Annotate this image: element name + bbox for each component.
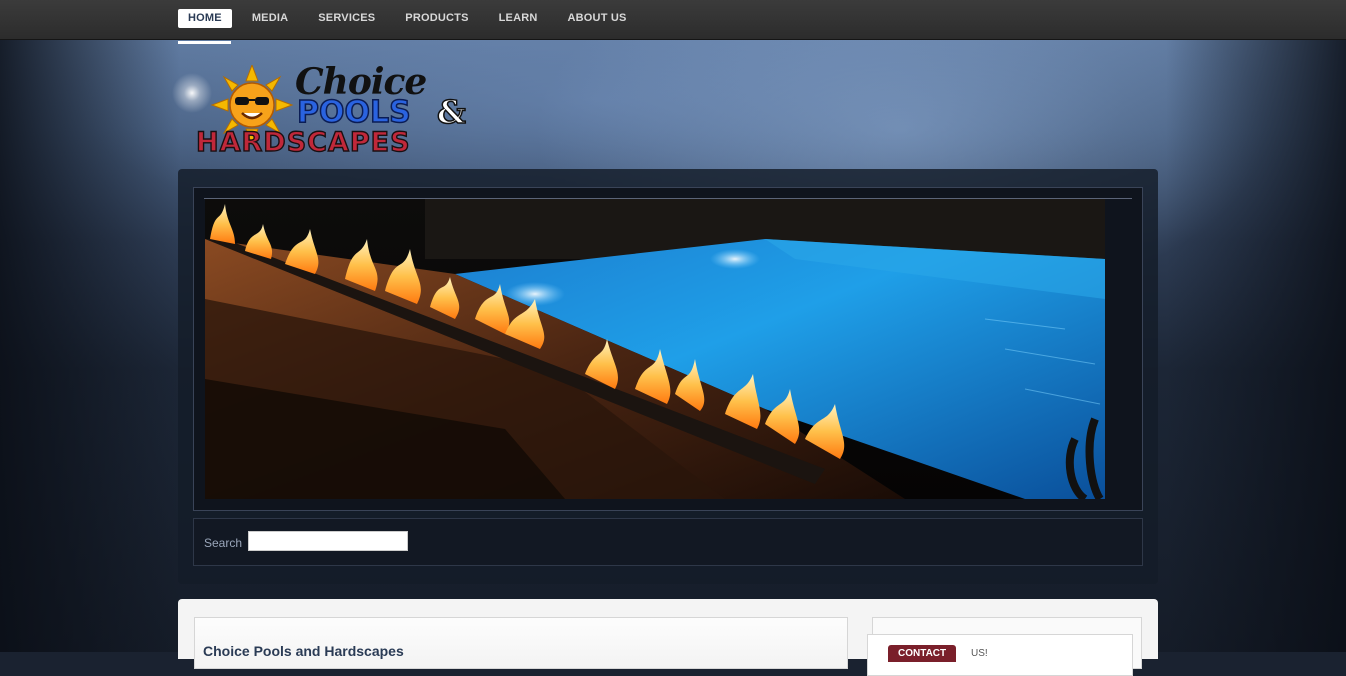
nav-media[interactable]: MEDIA [242,9,298,28]
sidebar: CONTACT US! [867,617,1142,676]
search-widget: Search [193,518,1143,566]
nav-about-us[interactable]: ABOUT US [558,9,637,28]
logo-text-hardscapes: HARDSCAPES [195,126,411,158]
top-nav-bar: HOME MEDIA SERVICES PRODUCTS LEARN ABOUT… [0,0,1346,40]
site-logo[interactable]: Choice POOLS & HARDSCAPES [150,55,490,165]
sidebar-widget: CONTACT US! [867,634,1133,676]
logo-text-pools: POOLS [296,94,411,131]
sparkle-icon [172,73,212,113]
active-nav-indicator [178,41,231,44]
nav-learn[interactable]: LEARN [489,9,548,28]
tab-contact[interactable]: CONTACT [888,645,957,662]
slideshow-panel: Search [178,169,1158,584]
search-label: Search [204,536,243,550]
main-menu: HOME MEDIA SERVICES PRODUCTS LEARN ABOUT… [178,9,647,28]
slide-image-pool-fire[interactable] [205,199,1105,499]
logo-text-amp: & [436,92,466,132]
tab-us-label[interactable]: US! [971,648,988,659]
main-article: Choice Pools and Hardscapes [194,617,848,669]
slider-frame [193,187,1143,511]
nav-services[interactable]: SERVICES [308,9,385,28]
search-input[interactable] [248,531,408,551]
nav-products[interactable]: PRODUCTS [395,9,478,28]
content-area: Choice Pools and Hardscapes CONTACT US! [178,599,1158,676]
article-title: Choice Pools and Hardscapes [203,643,404,659]
nav-home[interactable]: HOME [178,9,232,28]
